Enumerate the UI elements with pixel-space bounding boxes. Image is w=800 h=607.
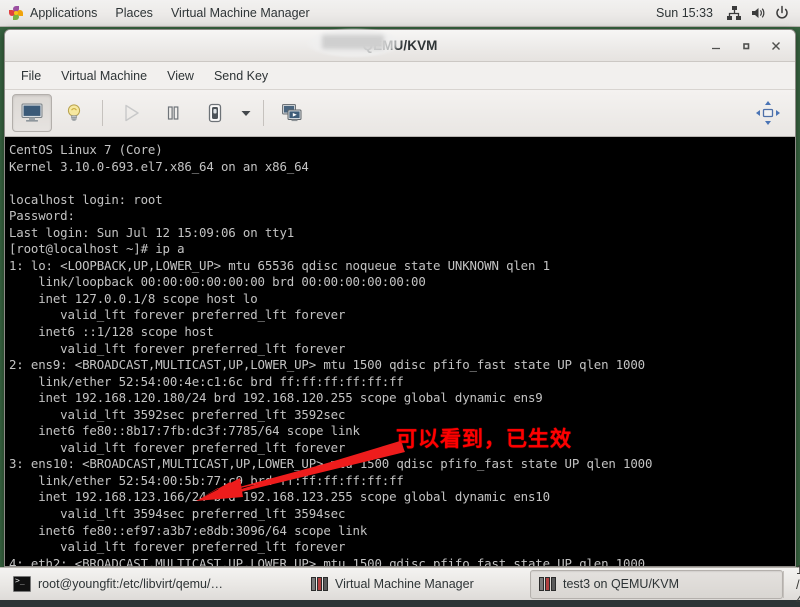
maximize-button[interactable] xyxy=(733,35,759,57)
terminal-line: [root@localhost ~]# ip a xyxy=(9,241,185,257)
active-app-menu[interactable]: Virtual Machine Manager xyxy=(162,0,319,26)
terminal-line: valid_lft forever preferred_lft forever xyxy=(9,340,346,356)
terminal-line: link/ether 52:54:00:5b:77:c9 brd ff:ff:f… xyxy=(9,472,404,488)
run-button[interactable] xyxy=(111,94,151,132)
toolbar-separator-1 xyxy=(102,100,103,126)
taskbar-right-group: 1 / 4 xyxy=(783,562,800,607)
taskbar-item-vmm[interactable]: Virtual Machine Manager xyxy=(302,570,520,599)
panel-right-group: Sun 15:33 xyxy=(648,0,800,26)
window-controls xyxy=(703,30,789,61)
fullscreen-button[interactable] xyxy=(748,94,788,132)
terminal-line: Last login: Sun Jul 12 15:09:06 on tty1 xyxy=(9,224,295,240)
applications-pinwheel-icon xyxy=(9,6,23,20)
terminal-line: CentOS Linux 7 (Core) xyxy=(9,142,163,157)
terminal-line: inet6 fe80::8b17:7fb:dc3f:7785/64 scope … xyxy=(9,423,360,439)
taskbar-item-vm-console-label: test3 on QEMU/KVM xyxy=(563,577,680,591)
screen: Applications Places Virtual Machine Mana… xyxy=(0,0,800,607)
menu-send-key[interactable]: Send Key xyxy=(204,62,278,89)
shutdown-menu-button[interactable] xyxy=(236,95,256,131)
snapshots-button[interactable] xyxy=(272,94,312,132)
vmm-icon xyxy=(539,576,556,591)
console-view-button[interactable] xyxy=(12,94,52,132)
terminal-icon xyxy=(13,576,31,592)
terminal-line: Kernel 3.10.0-693.el7.x86_64 on an x86_6… xyxy=(9,158,309,174)
terminal-line: valid_lft forever preferred_lft forever xyxy=(9,307,346,323)
panel-left-group: Applications Places Virtual Machine Mana… xyxy=(0,0,319,26)
menu-file[interactable]: File xyxy=(11,62,51,89)
monitor-icon xyxy=(21,103,43,122)
vmm-icon xyxy=(311,576,328,591)
terminal-line: inet6 fe80::ef97:a3b7:e8db:3096/64 scope… xyxy=(9,522,368,538)
power-icon[interactable] xyxy=(771,2,793,24)
details-view-button[interactable] xyxy=(54,94,94,132)
applications-menu[interactable]: Applications xyxy=(0,0,106,26)
snapshots-icon xyxy=(282,104,302,122)
fullscreen-icon xyxy=(756,101,780,125)
vm-console-window: QEMU/KVM File Virtual Machine View Send … xyxy=(4,29,796,567)
terminal-line: 2: ens9: <BROADCAST,MULTICAST,UP,LOWER_U… xyxy=(9,357,645,373)
terminal-line: 1: lo: <LOOPBACK,UP,LOWER_UP> mtu 65536 … xyxy=(9,257,550,273)
terminal-line: 3: ens10: <BROADCAST,MULTICAST,UP,LOWER_… xyxy=(9,456,653,472)
minimize-button[interactable] xyxy=(703,35,729,57)
bottom-taskbar: root@youngfit:/etc/libvirt/qemu/… Virtua… xyxy=(0,562,800,607)
workspace-pager[interactable]: 1 / 4 xyxy=(783,562,800,607)
shutdown-button[interactable] xyxy=(195,94,235,132)
pause-button[interactable] xyxy=(153,94,193,132)
menu-view[interactable]: View xyxy=(157,62,204,89)
applications-menu-label: Applications xyxy=(30,6,98,20)
terminal-line: inet 192.168.120.180/24 brd 192.168.120.… xyxy=(9,390,543,406)
lightbulb-icon xyxy=(67,104,81,121)
play-icon xyxy=(125,104,139,122)
terminal-line: Password: xyxy=(9,208,75,224)
taskbar-item-vmm-label: Virtual Machine Manager xyxy=(335,577,474,591)
gnome-top-panel: Applications Places Virtual Machine Mana… xyxy=(0,0,800,27)
close-button[interactable] xyxy=(763,35,789,57)
window-menubar: File Virtual Machine View Send Key xyxy=(5,62,795,90)
volume-icon[interactable] xyxy=(747,2,769,24)
terminal-line: valid_lft 3592sec preferred_lft 3592sec xyxy=(9,406,346,422)
power-switch-icon xyxy=(208,103,222,123)
active-app-label: Virtual Machine Manager xyxy=(170,6,310,20)
terminal-line: valid_lft forever preferred_lft forever xyxy=(9,539,346,555)
vm-text-console[interactable]: CentOS Linux 7 (Core) Kernel 3.10.0-693.e… xyxy=(5,137,795,566)
places-menu-label: Places xyxy=(115,6,153,20)
terminal-line: link/ether 52:54:00:4e:c1:6c brd ff:ff:f… xyxy=(9,373,404,389)
terminal-line: link/loopback 00:00:00:00:00:00 brd 00:0… xyxy=(9,274,426,290)
terminal-line: valid_lft 3594sec preferred_lft 3594sec xyxy=(9,506,346,522)
pause-icon xyxy=(167,106,179,120)
terminal-line: localhost login: root xyxy=(9,191,163,207)
terminal-line: 4: eth2: <BROADCAST,MULTICAST,UP,LOWER_U… xyxy=(9,555,645,566)
terminal-line: valid_lft forever preferred_lft forever xyxy=(9,439,346,455)
taskbar-item-terminal[interactable]: root@youngfit:/etc/libvirt/qemu/… xyxy=(4,570,292,599)
panel-clock[interactable]: Sun 15:33 xyxy=(648,6,721,20)
network-icon[interactable] xyxy=(723,2,745,24)
chevron-down-icon xyxy=(241,111,251,116)
places-menu[interactable]: Places xyxy=(106,0,162,26)
taskbar-item-vm-console[interactable]: test3 on QEMU/KVM xyxy=(530,569,783,599)
menu-virtual-machine[interactable]: Virtual Machine xyxy=(51,62,157,89)
title-redaction-patch xyxy=(322,35,384,49)
terminal-line: inet 127.0.0.1/8 scope host lo xyxy=(9,290,258,306)
window-toolbar xyxy=(5,90,795,137)
taskbar-item-terminal-label: root@youngfit:/etc/libvirt/qemu/… xyxy=(38,577,223,591)
terminal-line: inet6 ::1/128 scope host xyxy=(9,324,214,340)
toolbar-separator-2 xyxy=(263,100,264,126)
window-titlebar[interactable]: QEMU/KVM xyxy=(5,30,795,62)
terminal-line: inet 192.168.123.166/24 brd 192.168.123.… xyxy=(9,489,550,505)
terminal-output: CentOS Linux 7 (Core) Kernel 3.10.0-693.e… xyxy=(9,142,795,566)
